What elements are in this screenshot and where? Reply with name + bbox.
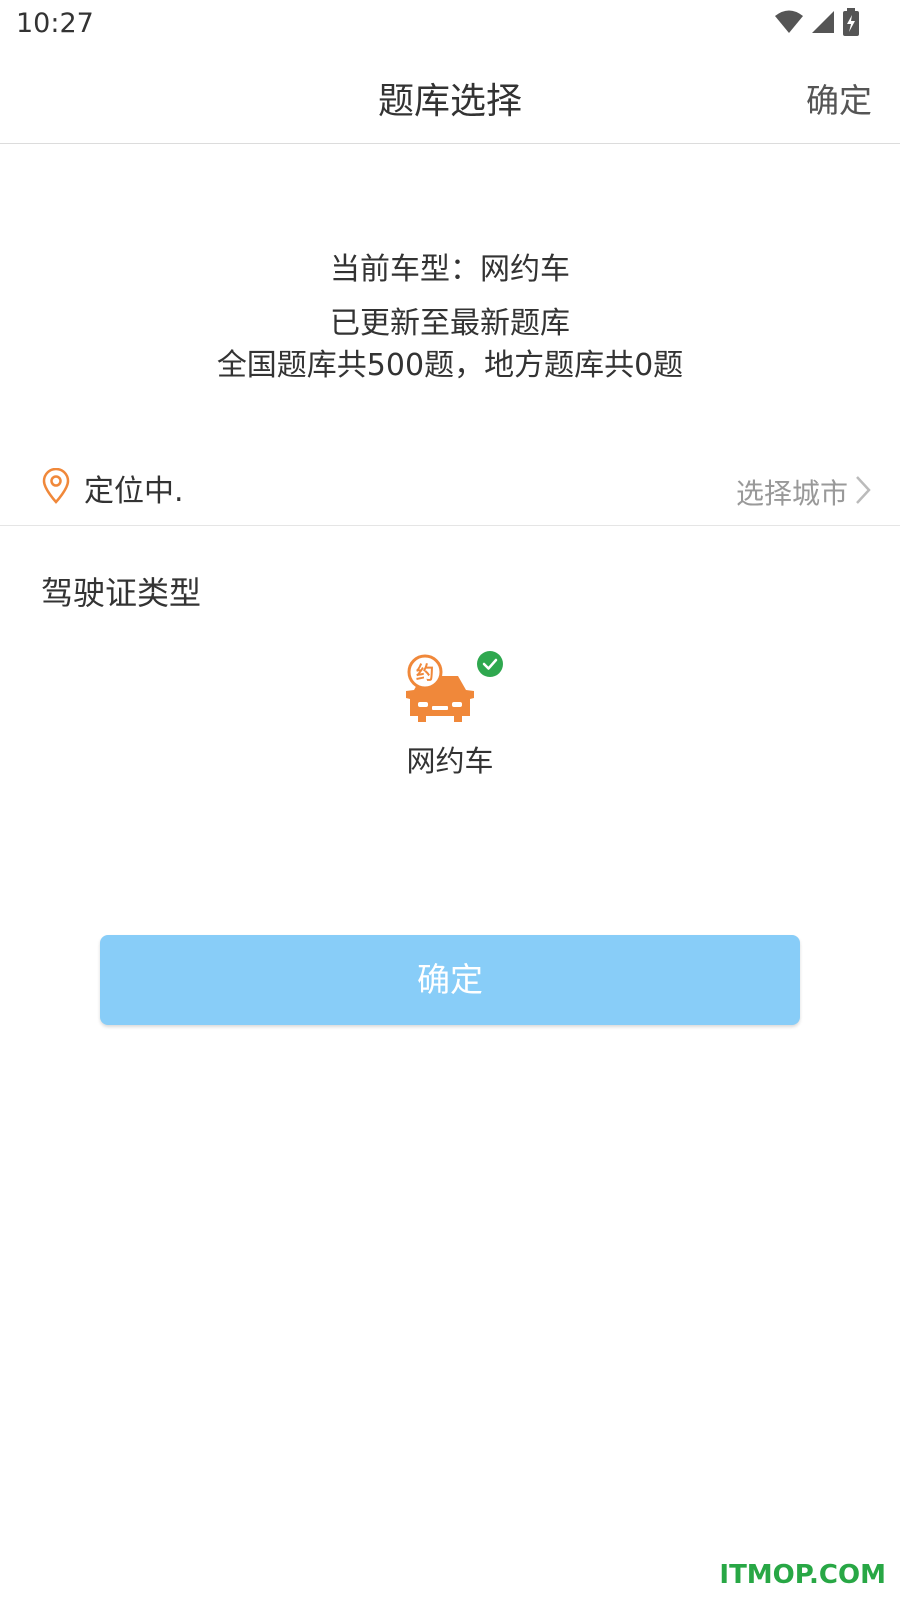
status-bar: 10:27 (0, 0, 900, 50)
watermark: ITMOP.COM (719, 1560, 886, 1590)
signal-icon (810, 9, 836, 39)
header-confirm-button[interactable]: 确定 (806, 74, 872, 122)
vehicle-badge-text: 约 (416, 662, 434, 684)
check-icon (476, 650, 504, 682)
question-counts: 全国题库共500题，地方题库共0题 (216, 348, 684, 383)
status-icons (774, 8, 860, 40)
page-title: 题库选择 (377, 81, 522, 122)
vehicle-option-label: 网约车 (406, 744, 494, 778)
current-vehicle-type: 当前车型：网约车 (330, 252, 570, 287)
location-pin-icon (41, 467, 71, 508)
wifi-icon (774, 9, 804, 39)
status-time: 10:27 (16, 8, 94, 39)
license-type-title: 驾驶证类型 (41, 574, 202, 612)
location-row: 定位中. 选择城市 (0, 450, 900, 526)
title-bar: 题库选择 确定 (0, 50, 900, 144)
location-status: 定位中. (84, 474, 184, 509)
update-status: 已更新至最新题库 (330, 306, 570, 341)
chevron-right-icon (854, 475, 872, 509)
ride-hailing-car-icon: 约 (400, 650, 480, 732)
select-city-label: 选择城市 (735, 477, 848, 510)
confirm-button[interactable]: 确定 (100, 935, 800, 1025)
battery-charging-icon (842, 8, 860, 40)
vehicle-option-ride-hailing[interactable]: 约 网约车 (400, 650, 503, 780)
select-city-button[interactable]: 选择城市 (736, 472, 872, 512)
